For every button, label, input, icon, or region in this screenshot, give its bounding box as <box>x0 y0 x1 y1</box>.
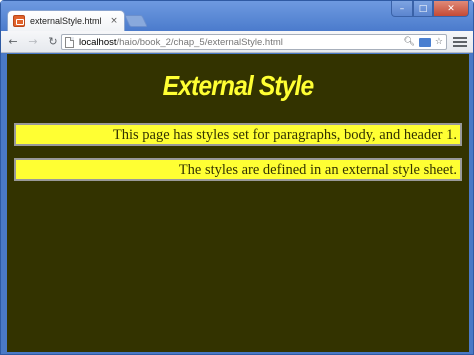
omnibox-icons: 🔍︎ ☆ <box>403 37 443 47</box>
page-icon <box>65 36 74 48</box>
minimize-button[interactable]: – <box>391 1 413 17</box>
tab-title: externalStyle.html <box>30 16 102 26</box>
new-tab-button[interactable] <box>124 15 148 27</box>
translate-icon[interactable] <box>418 37 431 47</box>
bookmark-star-icon[interactable]: ☆ <box>435 37 443 47</box>
forward-arrow-icon: → <box>28 35 38 48</box>
tab-close-icon[interactable]: × <box>109 16 119 26</box>
search-icon[interactable]: 🔍︎ <box>403 37 414 47</box>
page-favicon-icon <box>13 15 25 27</box>
url-host: localhost <box>79 36 117 48</box>
address-bar[interactable]: localhost/haio/book_2/chap_5/externalSty… <box>61 34 447 50</box>
back-button[interactable]: ← <box>5 34 21 50</box>
forward-button[interactable]: → <box>25 34 41 50</box>
title-bar: externalStyle.html × – □ ✕ <box>1 1 473 31</box>
page-heading: External Style <box>162 70 315 101</box>
back-arrow-icon: ← <box>8 35 18 48</box>
browser-toolbar: ← → ↻ localhost/haio/book_2/chap_5/exter… <box>1 31 473 53</box>
page-viewport: External Style This page has styles set … <box>7 54 469 352</box>
paragraph-1: This page has styles set for paragraphs,… <box>14 123 462 146</box>
window-controls: – □ ✕ <box>391 1 469 17</box>
maximize-button[interactable]: □ <box>413 1 433 17</box>
browser-tab[interactable]: externalStyle.html × <box>7 10 125 31</box>
url-text[interactable]: localhost/haio/book_2/chap_5/externalSty… <box>79 37 403 48</box>
reload-button[interactable]: ↻ <box>45 34 61 50</box>
reload-icon: ↻ <box>48 35 58 48</box>
menu-icon[interactable] <box>453 35 467 49</box>
paragraph-2: The styles are defined in an external st… <box>14 158 462 181</box>
url-path: /haio/book_2/chap_5/externalStyle.html <box>116 36 283 48</box>
browser-window: externalStyle.html × – □ ✕ ← → ↻ localho… <box>0 0 474 355</box>
close-window-button[interactable]: ✕ <box>433 1 469 17</box>
